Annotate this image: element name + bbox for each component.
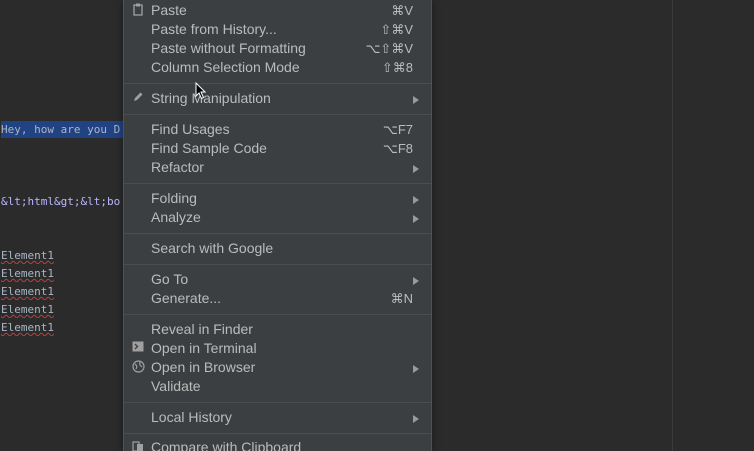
menu-separator xyxy=(124,233,431,234)
context-menu: Paste ⌘V Paste from History... ⇧⌘V Paste… xyxy=(123,0,432,451)
menu-separator xyxy=(124,264,431,265)
menu-separator xyxy=(124,433,431,434)
menu-item-shortcut: ⌥F7 xyxy=(382,122,413,137)
menu-item-paste-from-history[interactable]: Paste from History... ⇧⌘V xyxy=(124,20,431,39)
submenu-arrow-icon xyxy=(413,415,419,423)
menu-item-reveal-in-finder[interactable]: Reveal in Finder xyxy=(124,320,431,339)
menu-item-shortcut: ⌘N xyxy=(390,291,413,306)
menu-item-label: Paste from History... xyxy=(151,21,277,37)
right-margin-guide xyxy=(672,0,673,451)
menu-item-label: Paste xyxy=(151,2,187,18)
menu-item-label: Refactor xyxy=(151,159,204,175)
menu-separator xyxy=(124,402,431,403)
code-line[interactable]: Element1 xyxy=(1,265,54,282)
submenu-arrow-icon xyxy=(413,365,419,373)
menu-item-label: Column Selection Mode xyxy=(151,59,300,75)
menu-item-shortcut: ⇧⌘V xyxy=(380,22,413,37)
menu-item-compare-with-clipboard[interactable]: Compare with Clipboard xyxy=(124,438,431,451)
submenu-arrow-icon xyxy=(413,215,419,223)
menu-item-shortcut: ⌥⇧⌘V xyxy=(365,41,413,56)
code-line[interactable]: Element1 xyxy=(1,283,54,300)
menu-item-local-history[interactable]: Local History xyxy=(124,408,431,427)
menu-item-folding[interactable]: Folding xyxy=(124,189,431,208)
menu-item-validate[interactable]: Validate xyxy=(124,377,431,396)
menu-item-column-selection-mode[interactable]: Column Selection Mode ⇧⌘8 xyxy=(124,58,431,77)
code-line[interactable]: Element1 xyxy=(1,319,54,336)
compare-icon xyxy=(131,440,145,451)
code-line-selected[interactable]: Hey, how are you D xyxy=(1,121,124,138)
menu-separator xyxy=(124,314,431,315)
menu-item-label: Search with Google xyxy=(151,240,274,256)
submenu-arrow-icon xyxy=(413,196,419,204)
menu-item-paste-without-formatting[interactable]: Paste without Formatting ⌥⇧⌘V xyxy=(124,39,431,58)
menu-item-open-in-terminal[interactable]: Open in Terminal xyxy=(124,339,431,358)
menu-item-label: Compare with Clipboard xyxy=(151,439,302,451)
menu-item-shortcut: ⌘V xyxy=(391,3,413,18)
menu-item-label: String Manipulation xyxy=(151,90,271,106)
pencil-icon xyxy=(131,91,145,105)
code-line[interactable]: Element1 xyxy=(1,247,54,264)
menu-item-label: Open in Terminal xyxy=(151,340,257,356)
menu-item-go-to[interactable]: Go To xyxy=(124,270,431,289)
menu-item-string-manipulation[interactable]: String Manipulation xyxy=(124,89,431,108)
globe-icon xyxy=(131,360,145,374)
terminal-icon xyxy=(131,341,145,355)
menu-separator xyxy=(124,114,431,115)
menu-item-paste[interactable]: Paste ⌘V xyxy=(124,1,431,20)
menu-item-shortcut: ⌥F8 xyxy=(382,141,413,156)
menu-item-label: Generate... xyxy=(151,290,222,306)
menu-item-shortcut: ⇧⌘8 xyxy=(381,60,413,75)
code-line-html-entities[interactable]: &lt;html&gt;&lt;bo xyxy=(1,193,124,210)
menu-item-find-usages[interactable]: Find Usages ⌥F7 xyxy=(124,120,431,139)
menu-separator xyxy=(124,183,431,184)
menu-item-label: Find Usages xyxy=(151,121,230,137)
menu-item-refactor[interactable]: Refactor xyxy=(124,158,431,177)
menu-item-search-with-google[interactable]: Search with Google xyxy=(124,239,431,258)
menu-item-label: Analyze xyxy=(151,209,201,225)
menu-item-label: Find Sample Code xyxy=(151,140,267,156)
submenu-arrow-icon xyxy=(413,165,419,173)
submenu-arrow-icon xyxy=(413,277,419,285)
menu-item-label: Reveal in Finder xyxy=(151,321,253,337)
menu-item-open-in-browser[interactable]: Open in Browser xyxy=(124,358,431,377)
menu-item-label: Open in Browser xyxy=(151,359,256,375)
code-line[interactable]: Element1 xyxy=(1,301,54,318)
menu-item-find-sample-code[interactable]: Find Sample Code ⌥F8 xyxy=(124,139,431,158)
mouse-pointer-icon xyxy=(195,82,207,100)
clipboard-icon xyxy=(131,3,145,17)
submenu-arrow-icon xyxy=(413,96,419,104)
menu-item-label: Folding xyxy=(151,190,197,206)
menu-item-analyze[interactable]: Analyze xyxy=(124,208,431,227)
menu-item-label: Paste without Formatting xyxy=(151,40,306,56)
menu-item-label: Local History xyxy=(151,409,232,425)
menu-separator xyxy=(124,83,431,84)
menu-item-label: Go To xyxy=(151,271,189,287)
menu-item-generate[interactable]: Generate... ⌘N xyxy=(124,289,431,308)
menu-item-label: Validate xyxy=(151,378,201,394)
